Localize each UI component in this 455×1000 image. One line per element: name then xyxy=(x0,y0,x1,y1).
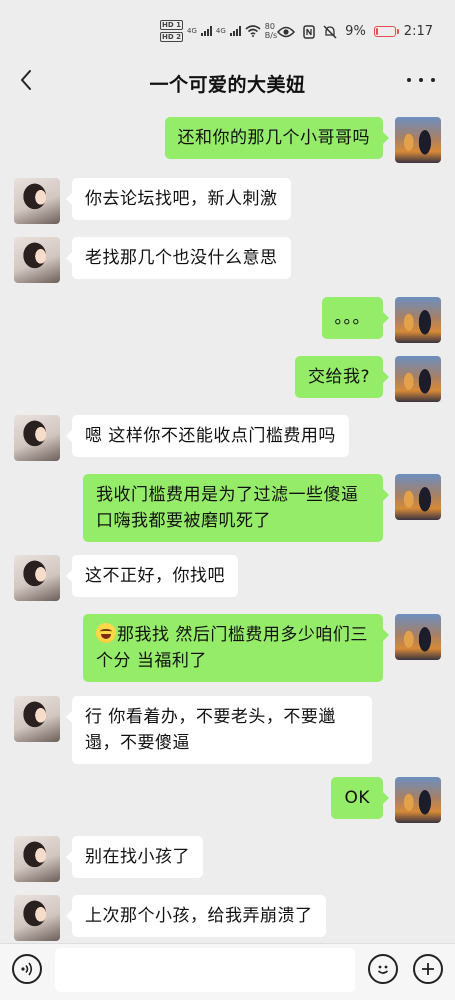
message-bubble[interactable]: 这不正好，你找吧 xyxy=(66,555,238,597)
message-row: 别在找小孩了 xyxy=(14,836,203,882)
message-text: 嗯 这样你不还能收点门槛费用吗 xyxy=(85,426,336,446)
message-row: 老找那几个也没什么意思 xyxy=(14,237,291,283)
status-bar: HD 1 HD 2 4G 4G 80 B/s 9% 2:17 xyxy=(0,0,455,62)
net2-label: 4G xyxy=(215,27,226,35)
message-bubble[interactable]: 交给我? xyxy=(294,356,390,398)
network-indicators: HD 1 HD 2 4G 4G 80 B/s xyxy=(160,20,277,42)
laughing-emoji xyxy=(96,623,116,643)
message-bubble[interactable]: 老找那几个也没什么意思 xyxy=(66,237,291,279)
message-text: OK xyxy=(344,788,370,808)
emoji-button[interactable] xyxy=(368,954,398,984)
hd2-badge: HD 2 xyxy=(160,32,183,42)
message-text: 那我找 然后门槛费用多少咱们三个分 当福利了 xyxy=(96,625,368,671)
message-bubble[interactable]: 别在找小孩了 xyxy=(66,836,203,878)
my-avatar[interactable] xyxy=(395,614,441,660)
plus-button[interactable] xyxy=(413,954,443,984)
battery-icon xyxy=(373,26,399,37)
message-list[interactable]: 还和你的那几个小哥哥吗你去论坛找吧，新人刺激 老找那几个也没什么意思。。。交给我?… xyxy=(0,105,455,943)
signal-icon-2 xyxy=(229,26,241,36)
plus-icon xyxy=(422,963,434,975)
message-bubble[interactable]: 。。。 xyxy=(321,297,389,339)
message-row: OK xyxy=(331,777,441,823)
message-bubble[interactable]: 还和你的那几个小哥哥吗 xyxy=(164,117,389,159)
message-row: 你去论坛找吧，新人刺激 xyxy=(14,178,291,224)
message-text: 行 你看着办，不要老头，不要邋遢，不要傻逼 xyxy=(85,707,336,753)
message-bubble[interactable]: 上次那个小孩，给我弄崩溃了 xyxy=(66,895,326,937)
message-bubble[interactable]: 我收门槛费用是为了过滤一些傻逼口嗨我都要被磨叽死了 xyxy=(83,474,389,542)
message-bubble[interactable]: 行 你看着办，不要老头，不要邋遢，不要傻逼 xyxy=(66,696,372,764)
message-bubble[interactable]: OK xyxy=(331,777,389,819)
message-row: 这不正好，你找吧 xyxy=(14,555,238,601)
message-row: 还和你的那几个小哥哥吗 xyxy=(164,117,441,163)
more-options-button[interactable] xyxy=(407,66,435,94)
my-avatar[interactable] xyxy=(395,777,441,823)
voice-icon xyxy=(21,962,33,976)
my-avatar[interactable] xyxy=(395,474,441,520)
message-row: 。。。 xyxy=(321,297,441,343)
message-row: 上次那个小孩，给我弄崩溃了 xyxy=(14,895,326,941)
wifi-icon xyxy=(245,25,261,37)
signal-icon xyxy=(200,26,212,36)
contact-avatar[interactable] xyxy=(14,237,60,283)
contact-avatar[interactable] xyxy=(14,415,60,461)
contact-avatar[interactable] xyxy=(14,895,60,941)
battery-percent: 9% xyxy=(345,24,366,39)
system-indicators: 9% 2:17 xyxy=(277,24,433,39)
more-dot-icon xyxy=(431,78,435,82)
contact-avatar[interactable] xyxy=(14,178,60,224)
input-bar xyxy=(0,943,455,1000)
contact-avatar[interactable] xyxy=(14,696,60,742)
message-text: 老找那几个也没什么意思 xyxy=(85,248,278,268)
my-avatar[interactable] xyxy=(395,297,441,343)
message-row: 嗯 这样你不还能收点门槛费用吗 xyxy=(14,415,349,461)
message-bubble[interactable]: 你去论坛找吧，新人刺激 xyxy=(66,178,291,220)
clock: 2:17 xyxy=(403,24,433,39)
message-text: 别在找小孩了 xyxy=(85,847,190,867)
nfc-icon xyxy=(303,24,315,39)
hd1-badge: HD 1 xyxy=(160,20,183,30)
message-bubble[interactable]: 那我找 然后门槛费用多少咱们三个分 当福利了 xyxy=(83,614,389,682)
message-input[interactable] xyxy=(55,948,355,992)
message-row: 行 你看着办，不要老头，不要邋遢，不要傻逼 xyxy=(14,696,372,764)
message-text: 。。。 xyxy=(334,308,370,328)
message-text: 交给我? xyxy=(307,367,370,387)
contact-avatar[interactable] xyxy=(14,555,60,601)
chat-header: 一个可爱的大美妞 xyxy=(0,62,455,102)
eye-icon xyxy=(277,26,296,37)
my-avatar[interactable] xyxy=(395,356,441,402)
speed-value: 80 xyxy=(264,22,275,31)
message-text: 你去论坛找吧，新人刺激 xyxy=(85,189,278,209)
my-avatar[interactable] xyxy=(395,117,441,163)
message-row: 交给我? xyxy=(294,356,441,402)
mute-icon xyxy=(323,24,337,39)
message-text: 还和你的那几个小哥哥吗 xyxy=(177,128,370,148)
net1-label: 4G xyxy=(186,27,197,35)
smiley-icon xyxy=(377,965,389,974)
more-dot-icon xyxy=(419,78,423,82)
message-row: 我收门槛费用是为了过滤一些傻逼口嗨我都要被磨叽死了 xyxy=(83,474,441,542)
chat-title: 一个可爱的大美妞 xyxy=(149,74,306,96)
message-bubble[interactable]: 嗯 这样你不还能收点门槛费用吗 xyxy=(66,415,349,457)
network-speed: 80 B/s xyxy=(265,22,277,40)
message-text: 我收门槛费用是为了过滤一些傻逼口嗨我都要被磨叽死了 xyxy=(96,485,359,531)
contact-avatar[interactable] xyxy=(14,836,60,882)
voice-button[interactable] xyxy=(12,954,42,984)
message-row: 那我找 然后门槛费用多少咱们三个分 当福利了 xyxy=(83,614,441,682)
speed-unit: B/s xyxy=(264,31,278,40)
message-text: 上次那个小孩，给我弄崩溃了 xyxy=(85,906,313,926)
message-text: 这不正好，你找吧 xyxy=(85,566,225,586)
more-dot-icon xyxy=(407,78,411,82)
